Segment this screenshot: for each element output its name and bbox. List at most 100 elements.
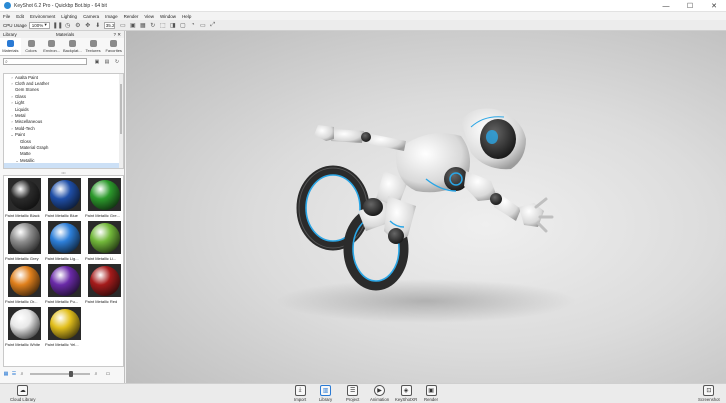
tab-favorites[interactable]: Favorites	[103, 38, 124, 55]
material-thumbnail[interactable]: Paint Metallic Blue	[45, 177, 84, 220]
tab-backplates[interactable]: Backplat...	[62, 38, 83, 55]
material-label: Paint Metallic Grey	[5, 256, 39, 261]
render-icon: ▣	[425, 385, 437, 396]
menu-render[interactable]: Render	[124, 14, 139, 19]
tree-item-label: Axalta Paint	[15, 74, 38, 80]
material-preview	[8, 221, 41, 254]
screen-icon[interactable]: ▢	[179, 21, 187, 29]
import-folder-icon[interactable]: ▤	[103, 58, 111, 66]
tab-textures[interactable]: Textures	[83, 38, 104, 55]
menu-window[interactable]: Window	[160, 14, 176, 19]
library-header: Library Materials ? ✕	[0, 31, 124, 38]
tab-materials[interactable]: Materials	[0, 38, 21, 55]
tree-item-label: Light	[15, 100, 25, 106]
menu-edit[interactable]: Edit	[16, 14, 24, 19]
material-preview	[48, 264, 81, 297]
render-button[interactable]: ▣ Render	[424, 385, 438, 402]
material-preview	[48, 221, 81, 254]
animation-button[interactable]: ▶ Animation	[370, 385, 389, 402]
material-thumbnail[interactable]: Paint Metallic Lig...	[45, 220, 84, 263]
import-icon: ⤓	[294, 385, 306, 396]
project-button[interactable]: ☰ Project	[346, 385, 359, 402]
menu-camera[interactable]: Camera	[83, 14, 99, 19]
keyshotxr-button[interactable]: ◈ KeyShotXR	[395, 385, 417, 402]
menu-environment[interactable]: Environment	[30, 14, 55, 19]
library-button[interactable]: ▥ Library	[319, 385, 332, 402]
material-thumbnail[interactable]: Paint Metallic Red	[85, 263, 124, 306]
tree-item[interactable]	[4, 163, 123, 168]
camera-options-icon[interactable]: ▣	[129, 21, 137, 29]
material-thumbnail[interactable]: Paint Metallic Grey	[5, 220, 44, 263]
screenshot-button[interactable]: ⊡ Screenshot	[698, 385, 720, 402]
cloud-icon: ☁	[17, 385, 29, 396]
menu-image[interactable]: Image	[105, 14, 118, 19]
move-down-icon[interactable]: ⬇	[94, 21, 102, 29]
material-thumbnail[interactable]: Paint Metallic Black	[5, 177, 44, 220]
material-thumbnail[interactable]: Paint Metallic Gre...	[85, 177, 124, 220]
maximize-button[interactable]: ☐	[678, 0, 702, 12]
thumbnail-size-slider[interactable]	[30, 371, 90, 377]
view-icon[interactable]: ◨	[169, 21, 177, 29]
sort-icon[interactable]: ▭	[105, 371, 111, 377]
tree-item-label: Material Graph	[20, 144, 49, 150]
material-sphere	[9, 265, 40, 296]
menu-help[interactable]: Help	[182, 14, 191, 19]
minimize-button[interactable]: —	[654, 0, 678, 12]
close-button[interactable]: ✕	[702, 0, 726, 12]
new-folder-icon[interactable]: ▣	[93, 58, 101, 66]
material-folder-tree[interactable]: › Axalta Paint › Cloth and Leather Gem Stone…	[3, 73, 124, 169]
library-footer: ▦ ☰ ⌕ ⌕ ▭	[3, 369, 124, 379]
settings-icon[interactable]: ⚙	[74, 21, 82, 29]
robot-render-image	[276, 108, 576, 323]
material-thumbnail-grid: Paint Metallic Black Paint Metallic Blue P…	[3, 175, 124, 367]
menu-bar: File Edit Environment Lighting Camera Im…	[0, 12, 726, 20]
performance-mode-icon[interactable]: ◷	[64, 21, 72, 29]
menu-lighting[interactable]: Lighting	[61, 14, 77, 19]
material-label: Paint Metallic Yel...	[45, 342, 79, 347]
material-label: Paint Metallic Red	[85, 299, 118, 304]
tree-item-label: Metal	[15, 113, 26, 119]
camera-icon[interactable]: ▭	[119, 21, 127, 29]
globe-icon	[48, 40, 56, 47]
library-panel-controls[interactable]: ? ✕	[113, 32, 121, 38]
slider-knob[interactable]	[69, 371, 74, 377]
menu-file[interactable]: File	[3, 14, 10, 19]
refresh-icon[interactable]: ↻	[113, 58, 121, 66]
frame-icon[interactable]: ▭	[199, 21, 207, 29]
star-icon	[110, 40, 118, 47]
tree-item-label: Miscellaneous	[15, 119, 43, 125]
tree-scroll-thumb[interactable]	[120, 84, 122, 134]
window-title: KeyShot 6.2 Pro - Quickbp Bot.bip - 64 b…	[14, 2, 107, 9]
material-preview	[88, 221, 121, 254]
library-search-input[interactable]: ⌕	[3, 58, 87, 65]
grid-view-icon[interactable]: ▦	[3, 371, 9, 377]
menu-view[interactable]: View	[144, 14, 154, 19]
zoom-in-icon[interactable]: ⌕	[93, 371, 99, 377]
tab-environments[interactable]: Environ...	[41, 38, 62, 55]
library-search-row: ⌕ ▣ ▤ ↻	[0, 56, 124, 67]
import-button[interactable]: ⤓ Import	[294, 385, 306, 402]
tab-colors[interactable]: Colors	[21, 38, 42, 55]
render-viewport[interactable]	[126, 31, 726, 383]
region-icon[interactable]: ⬚	[159, 21, 167, 29]
move-tool-icon[interactable]: ✥	[84, 21, 92, 29]
expand-icon[interactable]: ⤢	[209, 21, 217, 29]
zoom-out-icon[interactable]: ⌕	[19, 371, 25, 377]
material-thumbnail[interactable]: Paint Metallic Li...	[85, 220, 124, 263]
lock-icon[interactable]: ◔	[189, 21, 197, 29]
cpu-usage-select[interactable]: 100% ▾	[28, 21, 50, 29]
cloud-library-button[interactable]: ☁ Cloud Library	[10, 385, 36, 402]
grid-icon[interactable]: ▦	[139, 21, 147, 29]
rotate-icon[interactable]: ↻	[149, 21, 157, 29]
material-thumbnail[interactable]: Paint Metallic Yel...	[45, 306, 84, 349]
list-view-icon[interactable]: ☰	[11, 371, 17, 377]
material-label: Paint Metallic White	[5, 342, 41, 347]
value-field[interactable]: 35.2	[103, 21, 115, 29]
material-thumbnail[interactable]: Paint Metallic Or...	[5, 263, 44, 306]
material-thumbnail[interactable]: Paint Metallic Pu...	[45, 263, 84, 306]
image-icon	[68, 40, 76, 47]
panel-splitter[interactable]: •••	[3, 170, 124, 175]
tree-scrollbar[interactable]	[119, 74, 123, 168]
pause-icon[interactable]: ❚❚	[53, 21, 63, 29]
material-thumbnail[interactable]: Paint Metallic White	[5, 306, 44, 349]
